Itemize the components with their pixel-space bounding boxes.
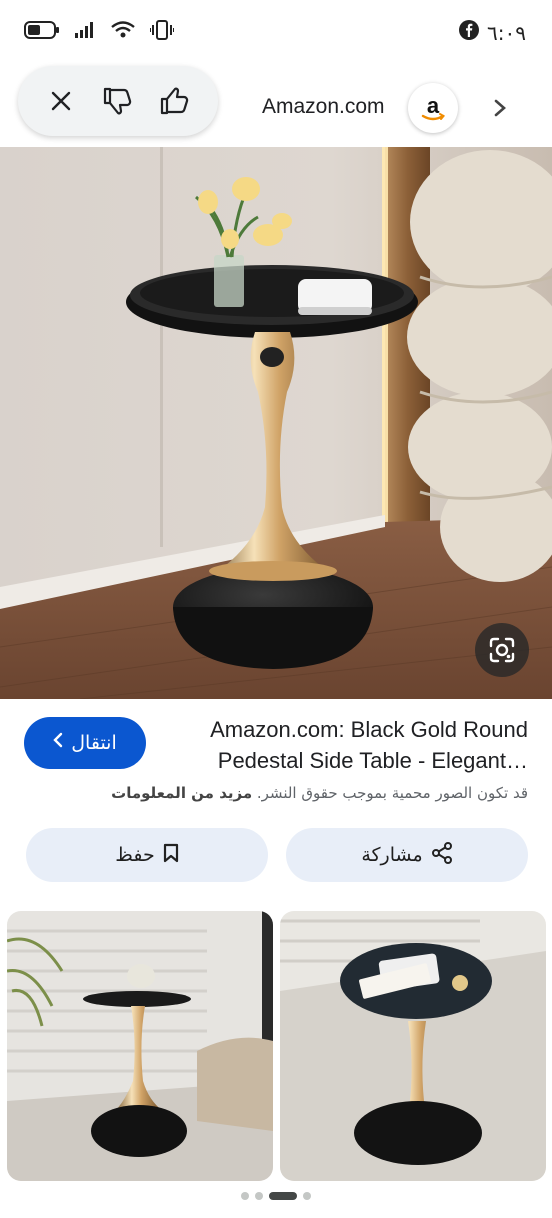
save-button[interactable]: حفظ [26,828,268,882]
share-button[interactable]: مشاركة [286,828,528,882]
visit-label: انتقال [71,732,117,754]
thumbs-down-button[interactable] [96,79,140,123]
chevron-right-icon [494,99,506,117]
close-button[interactable] [39,79,83,123]
signal-icon [74,21,96,44]
share-label: مشاركة [361,844,423,866]
clock: ٦:٠٩ [487,20,526,45]
share-icon [431,841,453,869]
next-result-button[interactable] [486,94,514,122]
carousel-dot-active[interactable] [269,1192,297,1200]
battery-icon [24,20,60,45]
carousel-dot[interactable] [241,1192,249,1200]
save-label: حفظ [115,844,155,866]
bookmark-icon [163,843,179,868]
status-bar: ٦:٠٩ [0,0,552,62]
facebook-icon [459,20,480,45]
lens-icon [489,637,515,663]
svg-text:a: a [427,93,440,118]
vibrate-icon [149,20,175,45]
thumbs-down-icon [103,87,132,115]
copyright-notice: قد تكون الصور محمية بموجب حقوق النشر. مز… [18,784,528,802]
more-info-link[interactable]: مزيد من المعلومات [111,784,252,802]
visit-button[interactable]: انتقال [24,717,146,769]
chevron-left-icon [53,732,63,754]
result-title[interactable]: Amazon.com: Black Gold Round Pedestal Si… [158,714,528,776]
thumbs-up-button[interactable] [153,79,197,123]
amazon-logo[interactable]: a [408,83,458,133]
site-name[interactable]: Amazon.com [262,95,385,119]
main-product-image[interactable] [0,147,552,699]
carousel-dot[interactable] [255,1192,263,1200]
thumbs-up-icon [161,87,189,115]
lens-search-button[interactable] [475,623,529,677]
related-image-1[interactable] [7,911,273,1181]
carousel-dot[interactable] [303,1192,311,1200]
related-image-2[interactable] [280,911,546,1181]
carousel-indicator [0,1192,552,1200]
close-icon [51,91,70,111]
wifi-icon [110,20,136,45]
feedback-pill [18,66,218,136]
amazon-logo-icon: a [421,93,446,121]
copyright-text: قد تكون الصور محمية بموجب حقوق النشر. [256,784,528,802]
